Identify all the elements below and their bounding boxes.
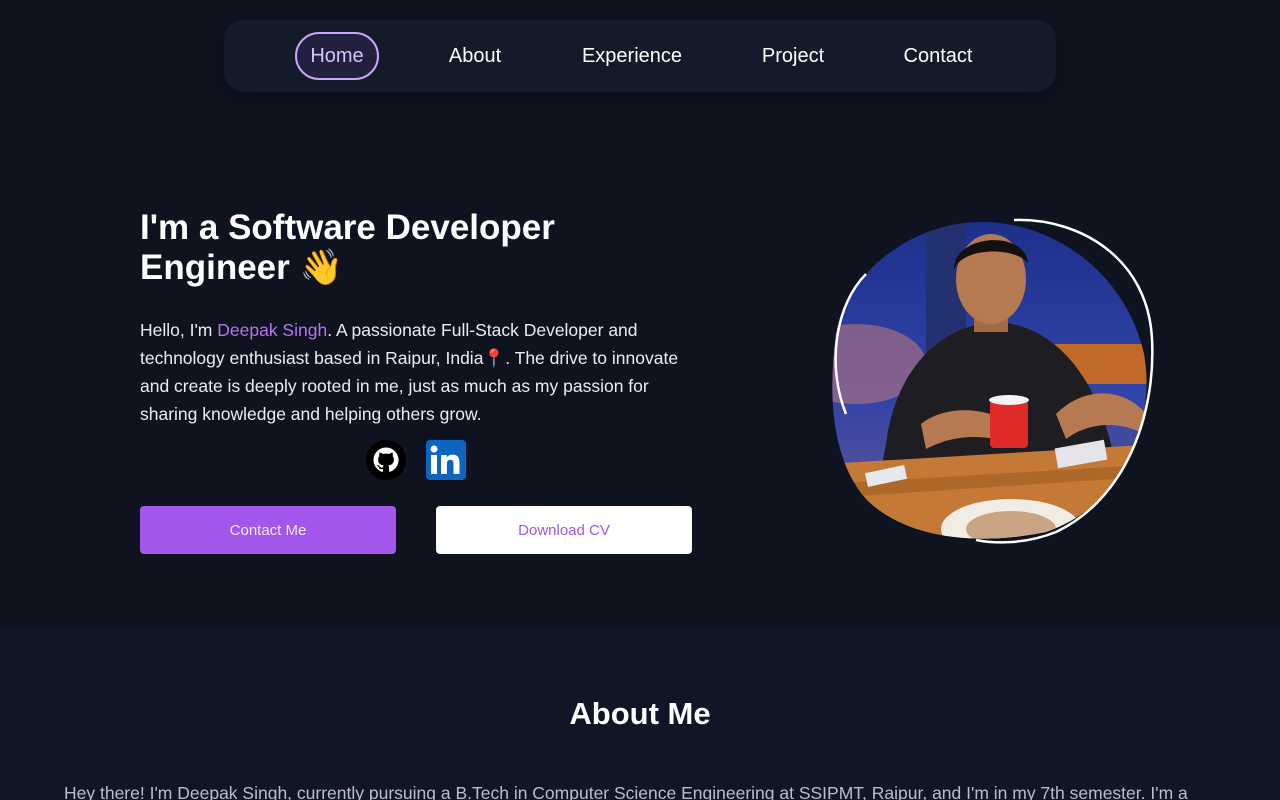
about-text: Hey there! I'm Deepak Singh, currently p…	[64, 783, 1188, 800]
about-title: About Me	[569, 696, 711, 731]
github-icon	[366, 440, 406, 480]
linkedin-link[interactable]	[426, 440, 466, 480]
linkedin-icon	[426, 440, 466, 480]
profile-photo	[826, 214, 1160, 548]
github-link[interactable]	[366, 440, 406, 480]
portfolio-page: Home About Experience Project Contact I'…	[0, 0, 1280, 800]
nav-experience[interactable]: Experience	[573, 32, 691, 80]
contact-me-button[interactable]: Contact Me	[140, 506, 396, 554]
nav-contact[interactable]: Contact	[892, 32, 984, 80]
nav-home[interactable]: Home	[295, 32, 379, 80]
nav-project[interactable]: Project	[748, 32, 838, 80]
intro-name: Deepak Singh	[217, 320, 328, 340]
about-section: About Me Hey there! I'm Deepak Singh, cu…	[0, 630, 1280, 800]
intro-prefix: Hello, I'm	[140, 320, 218, 340]
download-cv-button[interactable]: Download CV	[436, 506, 692, 554]
hero-intro: Hello, I'm Deepak Singh. A passionate Fu…	[140, 316, 700, 428]
hero-title: I'm a Software Developer Engineer 👋	[140, 208, 555, 287]
main-nav: Home About Experience Project Contact	[224, 20, 1056, 92]
nav-about[interactable]: About	[431, 32, 519, 80]
